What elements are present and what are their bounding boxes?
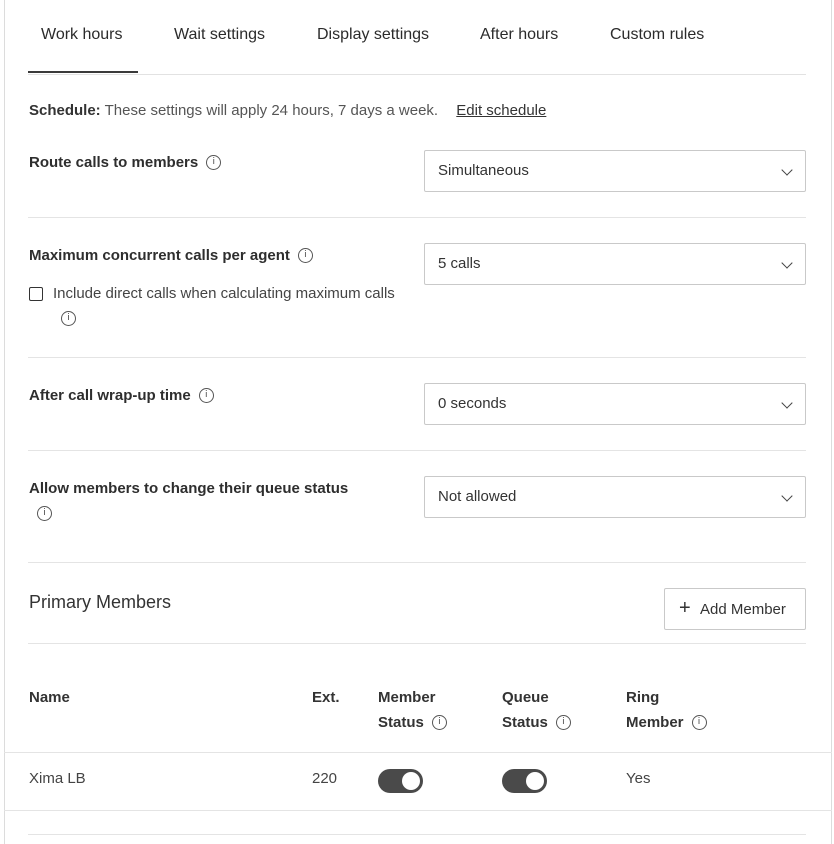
chevron-down-icon	[781, 257, 793, 269]
tab-display-settings[interactable]: Display settings	[317, 26, 429, 44]
info-icon[interactable]: i	[555, 714, 571, 730]
divider	[28, 834, 806, 835]
schedule-text: These settings will apply 24 hours, 7 da…	[104, 102, 439, 119]
queue-status-label: Allow members to change their queue stat…	[29, 476, 349, 526]
wrap-up-value: 0 seconds	[438, 395, 507, 412]
queue-status-toggle[interactable]	[502, 769, 547, 793]
chevron-down-icon	[781, 397, 793, 409]
active-tab-indicator	[28, 71, 138, 73]
divider	[4, 810, 832, 811]
route-calls-label: Route calls to members i	[29, 150, 222, 175]
tab-custom-rules[interactable]: Custom rules	[610, 26, 704, 44]
info-icon[interactable]: i	[37, 505, 52, 521]
chevron-down-icon	[781, 164, 793, 176]
add-member-label: Add Member	[700, 601, 786, 618]
ring-member-value: Yes	[626, 770, 651, 787]
edit-schedule-link[interactable]: Edit schedule	[456, 102, 546, 119]
primary-members-title: Primary Members	[29, 592, 172, 612]
toggle-knob	[526, 772, 544, 790]
max-concurrent-value: 5 calls	[438, 255, 481, 272]
include-direct-calls-checkbox[interactable]	[29, 287, 43, 301]
info-icon[interactable]: i	[691, 714, 707, 730]
wrap-up-label: After call wrap-up time i	[29, 383, 214, 408]
route-calls-value: Simultaneous	[438, 162, 529, 179]
info-icon[interactable]: i	[206, 154, 222, 170]
tab-work-hours[interactable]: Work hours	[41, 26, 123, 44]
info-icon[interactable]: i	[431, 714, 447, 730]
divider	[28, 643, 806, 644]
plus-icon: +	[679, 597, 691, 619]
max-concurrent-select[interactable]: 5 calls	[424, 243, 806, 285]
queue-status-value: Not allowed	[438, 488, 517, 505]
member-ext: 220	[312, 770, 338, 787]
column-header-ext: Ext.	[312, 689, 340, 706]
info-icon[interactable]: i	[61, 310, 76, 326]
route-calls-select[interactable]: Simultaneous	[424, 150, 806, 192]
divider	[28, 562, 806, 563]
include-direct-calls-label: Include direct calls when calculating ma…	[53, 281, 403, 331]
member-name: Xima LB	[29, 770, 86, 787]
add-member-button[interactable]: + Add Member	[664, 588, 806, 630]
divider	[4, 752, 832, 753]
column-header-ring-member: Ring Member i	[626, 685, 707, 735]
column-header-queue-status: Queue Status i	[502, 685, 571, 735]
info-icon[interactable]: i	[297, 247, 313, 263]
chevron-down-icon	[781, 490, 793, 502]
toggle-knob	[402, 772, 420, 790]
column-header-member-status: Member Status i	[378, 685, 447, 735]
tab-wait-settings[interactable]: Wait settings	[174, 26, 265, 44]
max-concurrent-label: Maximum concurrent calls per agent i	[29, 243, 313, 268]
member-status-toggle[interactable]	[378, 769, 423, 793]
divider	[28, 217, 806, 218]
schedule-prefix: Schedule:	[29, 102, 101, 119]
tab-bar: Work hours Wait settings Display setting…	[28, 0, 806, 75]
divider	[28, 357, 806, 358]
info-icon[interactable]: i	[198, 387, 214, 403]
tab-after-hours[interactable]: After hours	[480, 26, 558, 44]
column-header-name: Name	[29, 689, 70, 706]
divider	[28, 450, 806, 451]
schedule-summary: Schedule: These settings will apply 24 h…	[29, 102, 546, 119]
wrap-up-select[interactable]: 0 seconds	[424, 383, 806, 425]
queue-status-select[interactable]: Not allowed	[424, 476, 806, 518]
